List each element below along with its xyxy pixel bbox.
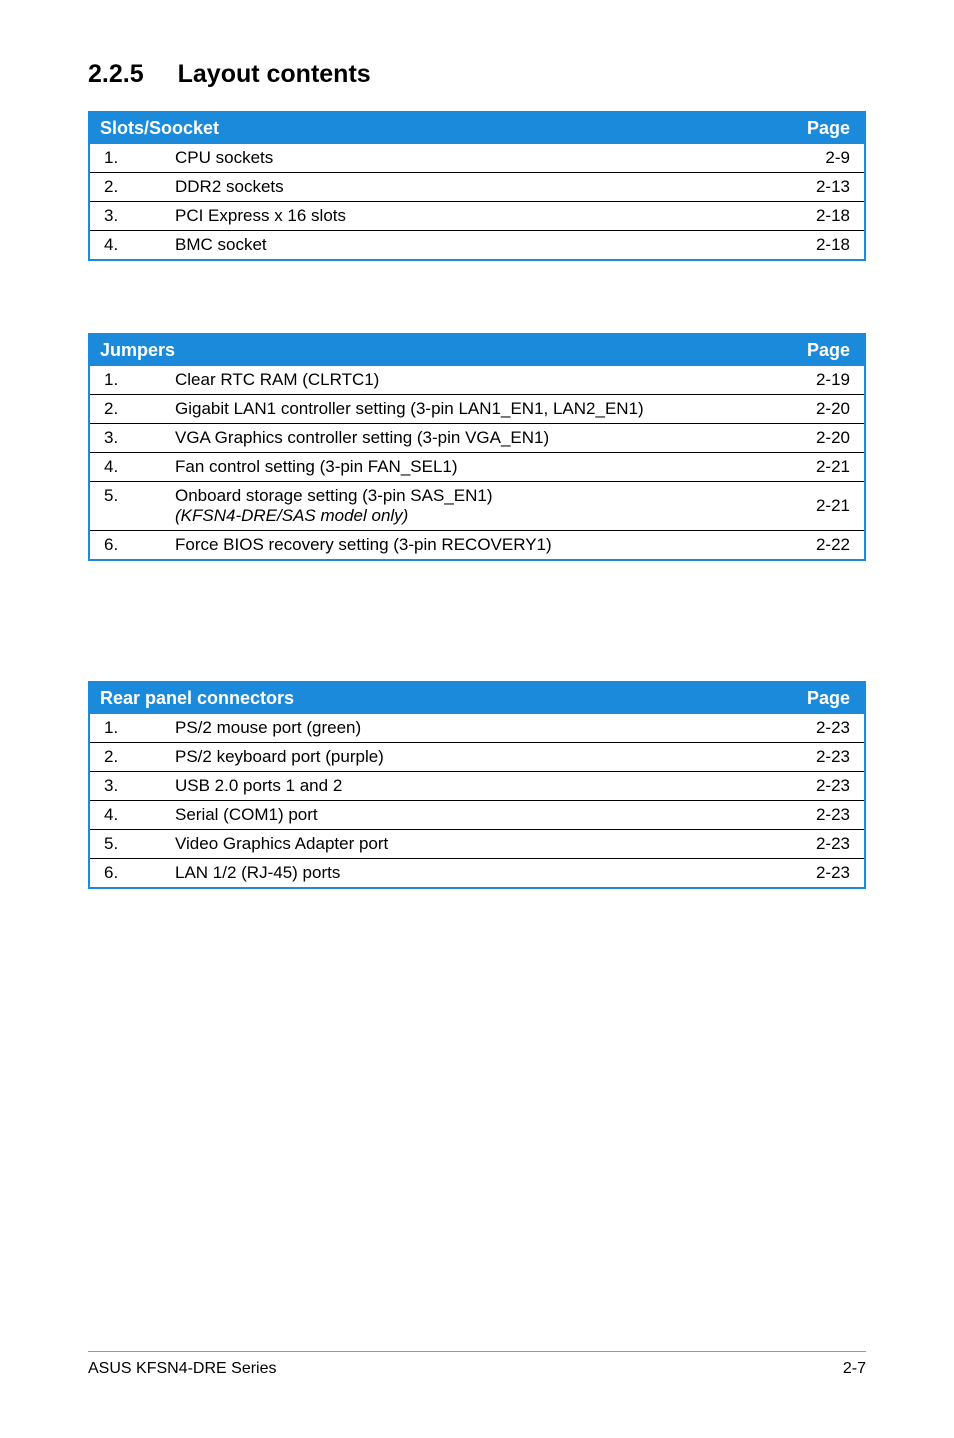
row-name: USB 2.0 ports 1 and 2	[165, 772, 775, 801]
row-index: 3.	[89, 424, 165, 453]
row-page: 2-22	[775, 531, 865, 561]
row-index: 6.	[89, 859, 165, 889]
row-page: 2-19	[775, 366, 865, 395]
row-page: 2-23	[775, 801, 865, 830]
table-row: 4.BMC socket2-18	[89, 231, 865, 261]
slots-header-left: Slots/Soocket	[89, 112, 775, 144]
row-index: 2.	[89, 395, 165, 424]
row-name-note: (KFSN4-DRE/SAS model only)	[175, 506, 408, 525]
table-row: 2.Gigabit LAN1 controller setting (3-pin…	[89, 395, 865, 424]
row-index: 4.	[89, 801, 165, 830]
table-row: 1.Clear RTC RAM (CLRTC1)2-19	[89, 366, 865, 395]
table-row: 1.CPU sockets2-9	[89, 144, 865, 173]
rear-header-right: Page	[775, 682, 865, 714]
row-name: PS/2 keyboard port (purple)	[165, 743, 775, 772]
footer-left: ASUS KFSN4-DRE Series	[88, 1360, 277, 1378]
row-index: 3.	[89, 772, 165, 801]
row-index: 1.	[89, 144, 165, 173]
row-name: Video Graphics Adapter port	[165, 830, 775, 859]
row-name: VGA Graphics controller setting (3-pin V…	[165, 424, 775, 453]
row-page: 2-18	[775, 202, 865, 231]
table-row: 3.PCI Express x 16 slots2-18	[89, 202, 865, 231]
row-name: Serial (COM1) port	[165, 801, 775, 830]
row-page: 2-23	[775, 772, 865, 801]
table-row: 6.Force BIOS recovery setting (3-pin REC…	[89, 531, 865, 561]
row-page: 2-23	[775, 859, 865, 889]
section-number: 2.2.5	[88, 60, 144, 89]
page: 2.2.5 Layout contents Slots/Soocket Page …	[0, 0, 954, 1438]
footer-right: 2-7	[843, 1360, 866, 1378]
table-row: 3.VGA Graphics controller setting (3-pin…	[89, 424, 865, 453]
row-page: 2-9	[775, 144, 865, 173]
page-footer: ASUS KFSN4-DRE Series 2-7	[88, 1351, 866, 1378]
row-page: 2-20	[775, 395, 865, 424]
rear-panel-table: Rear panel connectors Page 1.PS/2 mouse …	[88, 681, 866, 889]
row-index: 1.	[89, 714, 165, 743]
row-page: 2-23	[775, 714, 865, 743]
row-name: CPU sockets	[165, 144, 775, 173]
row-page: 2-18	[775, 231, 865, 261]
row-page: 2-13	[775, 173, 865, 202]
row-index: 1.	[89, 366, 165, 395]
jumpers-header-right: Page	[775, 334, 865, 366]
table-row: 5.Video Graphics Adapter port2-23	[89, 830, 865, 859]
row-name: DDR2 sockets	[165, 173, 775, 202]
row-name: LAN 1/2 (RJ-45) ports	[165, 859, 775, 889]
row-name: BMC socket	[165, 231, 775, 261]
row-name: Force BIOS recovery setting (3-pin RECOV…	[165, 531, 775, 561]
row-index: 6.	[89, 531, 165, 561]
slots-table: Slots/Soocket Page 1.CPU sockets2-9 2.DD…	[88, 111, 866, 261]
table-row: 3.USB 2.0 ports 1 and 22-23	[89, 772, 865, 801]
row-name: PCI Express x 16 slots	[165, 202, 775, 231]
table-row: 2.PS/2 keyboard port (purple)2-23	[89, 743, 865, 772]
row-index: 4.	[89, 231, 165, 261]
table-row: 4.Serial (COM1) port2-23	[89, 801, 865, 830]
row-page: 2-21	[775, 482, 865, 531]
section-heading: 2.2.5 Layout contents	[88, 60, 866, 89]
jumpers-header-left: Jumpers	[89, 334, 775, 366]
row-index: 2.	[89, 173, 165, 202]
table-row: 4.Fan control setting (3-pin FAN_SEL1)2-…	[89, 453, 865, 482]
slots-header-right: Page	[775, 112, 865, 144]
row-index: 3.	[89, 202, 165, 231]
table-row: 1.PS/2 mouse port (green)2-23	[89, 714, 865, 743]
row-name: PS/2 mouse port (green)	[165, 714, 775, 743]
row-index: 4.	[89, 453, 165, 482]
row-page: 2-21	[775, 453, 865, 482]
row-name: Onboard storage setting (3-pin SAS_EN1) …	[165, 482, 775, 531]
row-name: Clear RTC RAM (CLRTC1)	[165, 366, 775, 395]
rear-header-left: Rear panel connectors	[89, 682, 775, 714]
row-index: 5.	[89, 830, 165, 859]
jumpers-table: Jumpers Page 1.Clear RTC RAM (CLRTC1)2-1…	[88, 333, 866, 561]
table-row: 6.LAN 1/2 (RJ-45) ports2-23	[89, 859, 865, 889]
table-row: 5. Onboard storage setting (3-pin SAS_EN…	[89, 482, 865, 531]
row-name: Fan control setting (3-pin FAN_SEL1)	[165, 453, 775, 482]
row-page: 2-23	[775, 743, 865, 772]
section-title: Layout contents	[178, 60, 371, 88]
row-page: 2-23	[775, 830, 865, 859]
table-row: 2.DDR2 sockets2-13	[89, 173, 865, 202]
row-index: 5.	[89, 482, 165, 531]
row-name-main: Onboard storage setting (3-pin SAS_EN1)	[175, 486, 493, 505]
row-page: 2-20	[775, 424, 865, 453]
row-name: Gigabit LAN1 controller setting (3-pin L…	[165, 395, 775, 424]
row-index: 2.	[89, 743, 165, 772]
